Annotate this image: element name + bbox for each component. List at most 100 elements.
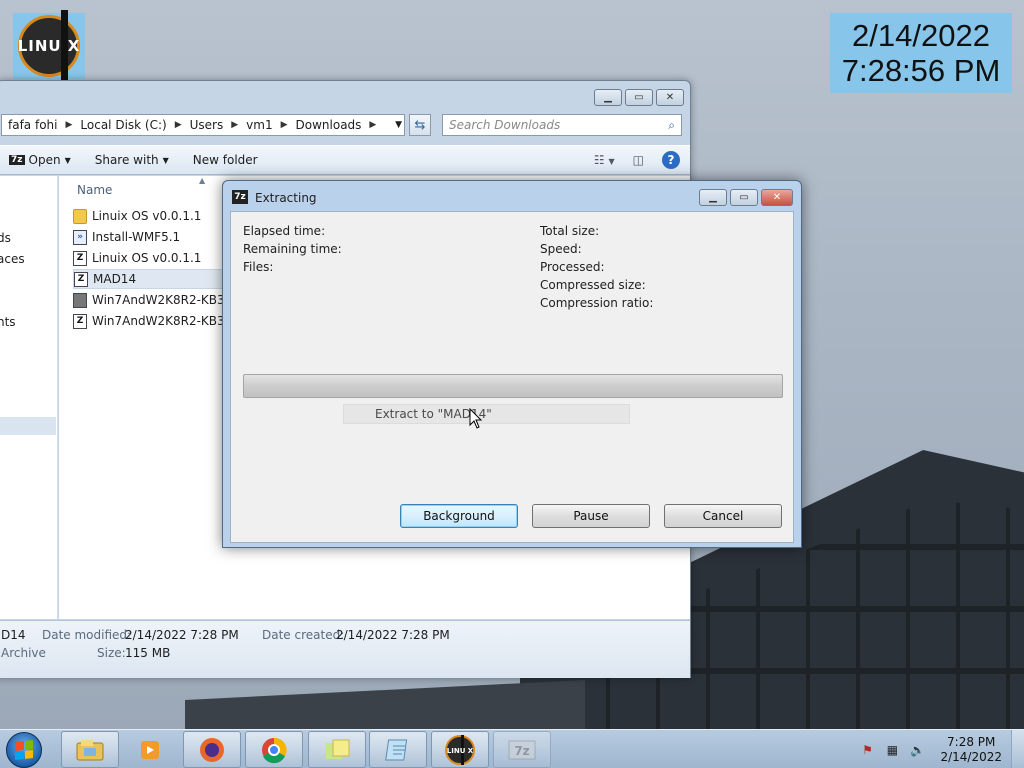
taskbar-time: 7:28 PM: [947, 734, 996, 749]
linuix-icon: LINU X: [445, 734, 475, 765]
chevron-right-icon[interactable]: ▶: [175, 120, 182, 130]
date-created-label: Date created:: [262, 628, 345, 642]
sticky-notes-icon: [326, 739, 350, 759]
7z-archive-icon: Z: [74, 271, 88, 287]
dialog-window-controls: ▁ ▭ ✕: [699, 189, 793, 206]
refresh-icon: ⇆: [414, 117, 426, 133]
navigation-pane: ds aces nts: [0, 176, 58, 619]
taskbar-7zip[interactable]: 7z: [493, 731, 551, 768]
7zip-icon: 7z: [232, 190, 248, 204]
file-name: MAD14: [93, 272, 137, 286]
file-row-selected[interactable]: Z MAD14: [73, 269, 223, 289]
7zip-icon: 7z: [508, 740, 536, 759]
file-row[interactable]: Linuix OS v0.0.1.1: [73, 206, 223, 226]
show-desktop-button[interactable]: [1011, 730, 1024, 768]
taskbar-firefox[interactable]: [183, 731, 241, 768]
new-folder-label: New folder: [192, 153, 258, 167]
extracting-dialog[interactable]: 7z Extracting ▁ ▭ ✕ Elapsed time: Remain…: [222, 180, 802, 548]
background-button[interactable]: Background: [400, 504, 518, 528]
file-name: Win7AndW2K8R2-KB31: [92, 293, 223, 307]
details-file-type: Archive: [1, 646, 46, 660]
command-bar: 7z Open ▼ Share with ▼ New folder ☷ ▼ ◫ …: [0, 145, 690, 175]
media-player-icon: [141, 740, 159, 759]
chrome-icon: [262, 737, 287, 763]
file-row[interactable]: Win7AndW2K8R2-KB31: [73, 290, 223, 310]
7z-archive-icon: Z: [73, 250, 87, 266]
action-center-flag-icon[interactable]: ⚑: [859, 742, 875, 758]
network-icon[interactable]: ▦: [884, 742, 900, 758]
cancel-button[interactable]: Cancel: [664, 504, 782, 528]
clock-date: 2/14/2022: [852, 18, 990, 53]
extract-to-label: Extract to "MAD14": [343, 404, 630, 424]
details-pane: D14 Archive Date modified: 2/14/2022 7:2…: [0, 620, 690, 678]
minimize-button[interactable]: ▁: [699, 189, 727, 206]
new-folder-button[interactable]: New folder: [193, 153, 258, 167]
close-button[interactable]: ✕: [656, 89, 684, 106]
dialog-body: Elapsed time: Remaining time: Files: Tot…: [230, 211, 794, 543]
compressed-size-label: Compressed size:: [540, 278, 646, 292]
chevron-down-icon[interactable]: ▼: [395, 120, 402, 130]
preview-pane-icon[interactable]: ◫: [633, 153, 644, 167]
view-options-icon[interactable]: ☷ ▼: [594, 153, 615, 167]
breadcrumb-item[interactable]: Downloads: [296, 118, 362, 132]
taskbar-sticky-notes[interactable]: [308, 731, 366, 768]
share-with-button[interactable]: Share with ▼: [95, 153, 169, 167]
file-row[interactable]: Z Linuix OS v0.0.1.1: [73, 248, 223, 268]
refresh-button[interactable]: ⇆: [409, 114, 431, 136]
details-file-name: D14: [1, 628, 26, 642]
breadcrumb-item[interactable]: Local Disk (C:): [80, 118, 166, 132]
file-row[interactable]: » Install-WMF5.1: [73, 227, 223, 247]
windows-logo-icon: [15, 740, 33, 760]
nav-item[interactable]: aces: [0, 252, 25, 266]
size-label: Size:: [97, 646, 126, 660]
system-tray: ⚑ ▦ 🔈 7:28 PM 2/14/2022: [859, 730, 1024, 768]
close-button[interactable]: ✕: [761, 189, 793, 206]
maximize-button[interactable]: ▭: [730, 189, 758, 206]
taskbar-clock[interactable]: 7:28 PM 2/14/2022: [940, 735, 1002, 765]
chevron-right-icon[interactable]: ▶: [281, 120, 288, 130]
search-input[interactable]: Search Downloads ⌕: [442, 114, 682, 136]
help-icon[interactable]: ?: [662, 151, 680, 169]
breadcrumb-item[interactable]: fafa fohi: [8, 118, 57, 132]
linuix-logo-icon: LINUiX: [18, 10, 80, 82]
column-header-name[interactable]: Name: [77, 183, 112, 197]
volume-icon[interactable]: 🔈: [909, 742, 925, 758]
window-controls: ▁ ▭ ✕: [594, 89, 684, 106]
breadcrumb-item[interactable]: Users: [190, 118, 224, 132]
chevron-right-icon[interactable]: ▶: [65, 120, 72, 130]
pause-button[interactable]: Pause: [532, 504, 650, 528]
taskbar-linuix[interactable]: LINU X: [431, 731, 489, 768]
total-size-label: Total size:: [540, 224, 600, 238]
share-with-label: Share with: [94, 153, 159, 167]
chevron-down-icon: ▼: [162, 155, 169, 165]
file-name: Linuix OS v0.0.1.1: [92, 209, 202, 223]
taskbar-date: 2/14/2022: [940, 749, 1002, 764]
open-button[interactable]: 7z Open ▼: [9, 153, 71, 167]
mouse-cursor-icon: [469, 408, 483, 429]
chevron-right-icon[interactable]: ▶: [231, 120, 238, 130]
notepad-icon: [385, 739, 408, 760]
file-row[interactable]: Z Win7AndW2K8R2-KB31: [73, 311, 223, 331]
search-icon[interactable]: ⌕: [668, 118, 675, 133]
processed-label: Processed:: [540, 260, 605, 274]
nav-item-selected[interactable]: [0, 417, 56, 435]
nav-item[interactable]: nts: [0, 315, 16, 329]
taskbar-media-player[interactable]: [122, 731, 180, 768]
compression-ratio-label: Compression ratio:: [540, 296, 654, 310]
search-placeholder: Search Downloads: [449, 118, 561, 132]
chevron-right-icon[interactable]: ▶: [369, 120, 376, 130]
breadcrumb-item[interactable]: vm1: [246, 118, 272, 132]
start-button[interactable]: [6, 732, 42, 768]
maximize-button[interactable]: ▭: [625, 89, 653, 106]
linuix-desktop-logo[interactable]: LINUiX: [13, 10, 85, 82]
minimize-button[interactable]: ▁: [594, 89, 622, 106]
address-bar[interactable]: fafa fohi ▶ Local Disk (C:) ▶ Users ▶ vm1 ▶ …: [1, 114, 405, 136]
file-name: Install-WMF5.1: [92, 230, 181, 244]
nav-item[interactable]: ds: [0, 231, 11, 245]
date-modified-label: Date modified:: [42, 628, 132, 642]
chevron-down-icon: ▼: [64, 155, 71, 165]
file-name: Win7AndW2K8R2-KB31: [92, 314, 223, 328]
taskbar-file-explorer[interactable]: [61, 731, 119, 768]
taskbar-chrome[interactable]: [245, 731, 303, 768]
taskbar-notepad[interactable]: [369, 731, 427, 768]
